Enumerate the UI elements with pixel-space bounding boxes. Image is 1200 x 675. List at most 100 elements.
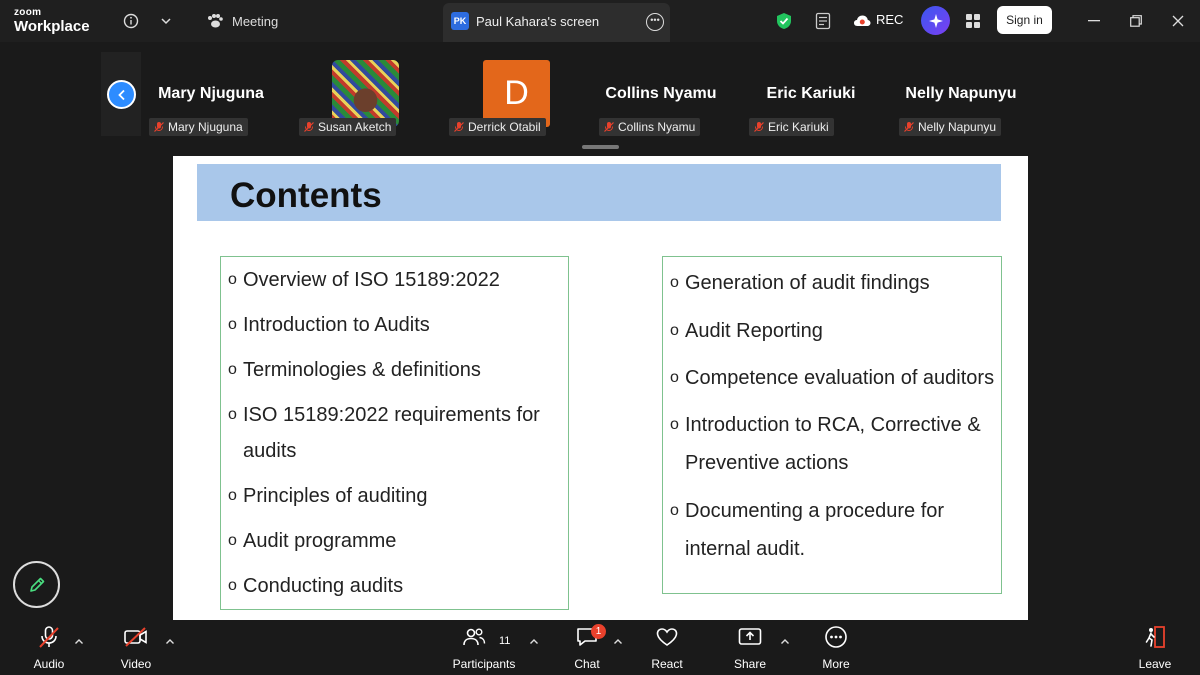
chat-options-chevron-up-icon[interactable] [612,635,624,647]
contents-box-left: o Overview of ISO 15189:2022 o Introductio… [220,256,569,610]
mic-muted-icon [304,122,314,132]
annotate-pen-button[interactable] [13,561,60,608]
chevron-down-icon[interactable] [158,10,174,32]
bullet: o [670,274,679,291]
pen-icon [29,577,44,592]
participant-tag-label: Susan Aketch [318,120,392,134]
react-label: React [651,657,683,671]
participant-tile-nelly-napunyu[interactable]: Nelly Napunyu Nelly Napunyu [891,52,1031,136]
participant-display-name: Collins Nyamu [605,85,717,102]
participant-tile-susan-aketch[interactable]: Susan Aketch [291,52,431,136]
participant-name-tag: Nelly Napunyu [899,118,1002,136]
strip-previous-button[interactable] [101,52,141,136]
share-label: Share [733,657,767,671]
participant-display-name: Mary Njuguna [158,85,264,102]
item-text: Documenting a procedure for [685,500,945,522]
audio-button[interactable]: Audio [28,621,70,675]
more-options-icon[interactable]: ••• [646,13,664,31]
logo-bottom: Workplace [14,18,90,35]
recording-label[interactable]: REC [876,12,903,27]
item-text: Introduction to Audits [243,314,430,336]
item-text: Terminologies & definitions [243,359,481,381]
zoom-workplace-logo: zoom Workplace [14,7,90,35]
shared-screen-tab[interactable]: PK Paul Kahara's screen ••• [443,3,670,42]
participants-options-chevron-up-icon[interactable] [528,635,540,647]
item-text-continued: internal audit. [685,538,806,560]
mic-muted-icon [37,621,61,653]
participant-tag-label: Derrick Otabil [468,120,541,134]
shared-screen-slide: Contents o Overview of ISO 15189:2022 o In… [173,156,1028,620]
item-text: Introduction to RCA, Corrective & [685,414,981,436]
bullet: o [228,487,237,504]
participant-tile-collins-nyamu[interactable]: Collins Nyamu Collins Nyamu [591,52,731,136]
mic-muted-icon [454,122,464,132]
chat-button[interactable]: 1 Chat [567,621,607,675]
item-text-continued: audits [243,440,297,462]
participant-name-tag: Derrick Otabil [449,118,546,136]
video-button[interactable]: Video [115,621,157,675]
share-options-chevron-up-icon[interactable] [779,635,791,647]
meeting-paw-icon [204,10,226,32]
item-text: ISO 15189:2022 requirements for [243,404,540,426]
apps-grid-icon[interactable] [962,10,984,32]
chat-icon: 1 [575,621,606,653]
share-screen-icon [737,621,763,653]
audio-label: Audio [33,657,65,671]
item-text-continued: Preventive actions [685,452,849,474]
contents-item: o Introduction to RCA, Corrective & Preven… [670,406,981,482]
mic-muted-icon [154,122,164,132]
bullet: o [228,271,237,288]
bullet: o [228,532,237,549]
participants-button[interactable]: Participants [450,621,518,675]
shield-check-icon[interactable] [774,10,794,32]
participants-label: Participants [452,657,516,671]
react-button[interactable]: React [647,621,687,675]
restore-window-icon[interactable] [1125,10,1147,32]
info-icon[interactable] [122,10,140,32]
sign-in-button[interactable]: Sign in [997,6,1052,34]
chat-label: Chat [574,657,600,671]
item-text: Overview of ISO 15189:2022 [243,269,500,291]
video-options-chevron-up-icon[interactable] [164,635,176,647]
bullet: o [228,316,237,333]
leave-button[interactable]: Leave [1135,621,1175,675]
leave-label: Leave [1138,657,1172,671]
more-label: More [822,657,850,671]
participant-tile-mary-njuguna[interactable]: Mary Njuguna Mary Njuguna [141,52,281,136]
chevron-left-icon[interactable] [107,80,136,109]
strip-resize-handle[interactable] [582,145,619,149]
participant-tile-derrick-otabil[interactable]: D Derrick Otabil [441,52,581,136]
close-window-icon[interactable] [1167,10,1189,32]
bullet: o [228,406,237,423]
minimize-icon[interactable] [1083,10,1105,32]
participant-tag-label: Mary Njuguna [168,120,243,134]
contents-item: o ISO 15189:2022 requirements for audits [228,397,540,469]
audio-options-chevron-up-icon[interactable] [73,635,85,647]
logo-top: zoom [14,7,42,18]
participant-name-tag: Eric Kariuki [749,118,834,136]
bullet: o [670,416,679,433]
slide-title: Contents [230,176,382,215]
meeting-summary-icon[interactable] [813,10,833,32]
item-text: Conducting audits [243,575,404,597]
contents-item: o Audit programme [228,523,396,559]
contents-item: o Overview of ISO 15189:2022 [228,262,500,298]
participant-tag-label: Nelly Napunyu [918,120,997,134]
mic-muted-icon [754,122,764,132]
more-button[interactable]: More [816,621,856,675]
share-button[interactable]: Share [730,621,770,675]
meeting-label[interactable]: Meeting [232,14,278,29]
item-text: Principles of auditing [243,485,428,507]
participant-tile-eric-kariuki[interactable]: Eric Kariuki Eric Kariuki [741,52,881,136]
contents-item: o Competence evaluation of auditors [670,359,994,397]
bullet: o [670,322,679,339]
item-text: Generation of audit findings [685,272,930,294]
contents-item: o Principles of auditing [228,478,428,514]
bullet: o [228,577,237,594]
contents-item: o Conducting audits [228,568,403,604]
video-label: Video [120,657,152,671]
participant-name-tag: Mary Njuguna [149,118,248,136]
leave-door-icon [1143,621,1167,653]
ai-companion-sparkle-icon[interactable] [921,6,950,35]
title-bar: zoom Workplace Meeting PK Paul Kahara's … [0,0,1200,42]
